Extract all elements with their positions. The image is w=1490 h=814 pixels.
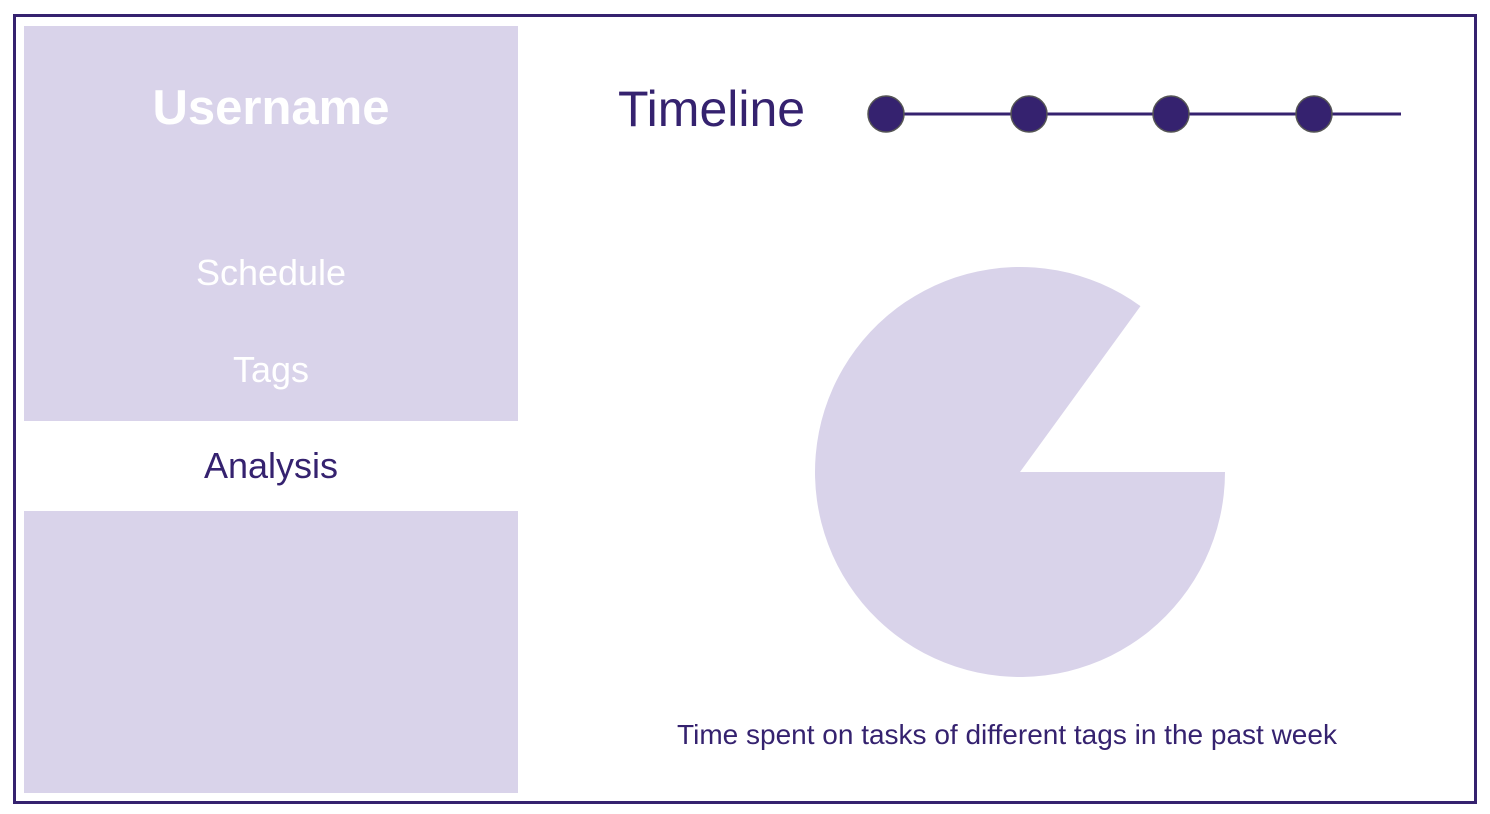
pie-slice-1 <box>815 266 1225 677</box>
timeline-point-1[interactable] <box>867 95 905 133</box>
timeline-title: Timeline <box>618 81 806 137</box>
main-content: Timeline Time spent on tasks of differen… <box>518 17 1474 801</box>
sidebar: Username Schedule Tags Analysis <box>24 26 518 793</box>
timeline-point-2[interactable] <box>1010 95 1048 133</box>
sidebar-item-tags[interactable]: Tags <box>24 347 518 393</box>
sidebar-item-analysis[interactable]: Analysis <box>24 421 518 511</box>
timeline-track <box>867 95 1401 133</box>
chart-caption: Time spent on tasks of different tags in… <box>677 719 1337 750</box>
pie-chart <box>815 266 1225 677</box>
app-window: Username Schedule Tags Analysis Timeline… <box>13 14 1477 804</box>
timeline-point-4[interactable] <box>1295 95 1333 133</box>
timeline-point-3[interactable] <box>1152 95 1190 133</box>
sidebar-item-schedule[interactable]: Schedule <box>24 250 518 296</box>
username-label: Username <box>152 81 390 135</box>
